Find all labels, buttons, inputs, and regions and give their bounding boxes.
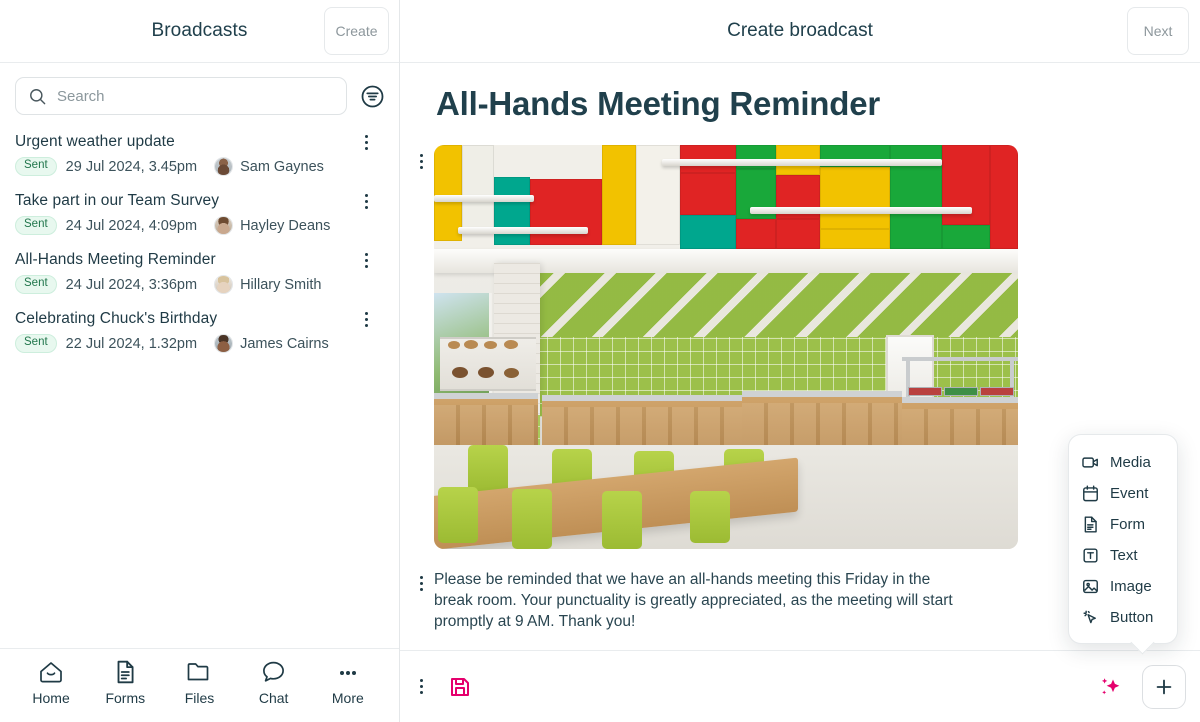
menu-item-label: Image bbox=[1110, 578, 1152, 595]
broadcast-meta: Sent 24 Jul 2024, 3:36pm Hillary Smith bbox=[15, 275, 385, 294]
nav-item-chat[interactable]: Chat bbox=[240, 659, 308, 706]
avatar bbox=[214, 216, 234, 235]
document-icon bbox=[1081, 515, 1100, 534]
menu-item-form[interactable]: Form bbox=[1069, 509, 1177, 540]
editor-panel: Create broadcast Next All-Hands Meeting … bbox=[400, 0, 1200, 722]
broadcast-sender: Sam Gaynes bbox=[214, 157, 324, 176]
list-item-menu-icon[interactable] bbox=[355, 308, 377, 330]
avatar bbox=[214, 275, 234, 294]
add-block-menu: Media Event Form Text Image Button bbox=[1068, 434, 1178, 644]
search-box[interactable] bbox=[15, 77, 347, 115]
bottom-navigation: Home Forms Files Chat More bbox=[0, 648, 399, 722]
broadcasts-header: Broadcasts Create bbox=[0, 0, 399, 63]
ellipsis-icon bbox=[334, 659, 362, 685]
folder-icon bbox=[185, 659, 213, 685]
list-item[interactable]: Celebrating Chuck's Birthday Sent 22 Jul… bbox=[0, 304, 399, 363]
broadcast-meta: Sent 29 Jul 2024, 3.45pm Sam Gaynes bbox=[15, 157, 385, 176]
status-badge: Sent bbox=[15, 216, 57, 235]
add-block-button[interactable] bbox=[1142, 664, 1186, 709]
list-item-menu-icon[interactable] bbox=[355, 190, 377, 212]
broadcast-title: Urgent weather update bbox=[15, 133, 175, 150]
ai-sparkle-icon[interactable] bbox=[1096, 673, 1124, 701]
broadcast-list: Urgent weather update Sent 29 Jul 2024, … bbox=[0, 125, 399, 648]
search-input[interactable] bbox=[57, 87, 334, 105]
page-title: Broadcasts bbox=[151, 20, 248, 41]
list-item[interactable]: Urgent weather update Sent 29 Jul 2024, … bbox=[0, 127, 399, 186]
broadcast-meta: Sent 24 Jul 2024, 4:09pm Hayley Deans bbox=[15, 216, 385, 235]
broadcast-image bbox=[434, 145, 1018, 549]
search-icon bbox=[28, 87, 47, 106]
broadcast-sender: Hayley Deans bbox=[214, 216, 330, 235]
broadcast-sender: Hillary Smith bbox=[214, 275, 321, 294]
video-camera-icon bbox=[1081, 453, 1100, 472]
status-badge: Sent bbox=[15, 334, 57, 353]
calendar-icon bbox=[1081, 484, 1100, 503]
toolbar-drag-handle[interactable] bbox=[408, 679, 434, 694]
editor-title: Create broadcast bbox=[727, 20, 873, 41]
document-icon bbox=[112, 659, 138, 685]
broadcast-date: 24 Jul 2024, 4:09pm bbox=[65, 217, 198, 234]
list-item-menu-icon[interactable] bbox=[355, 249, 377, 271]
broadcast-date: 29 Jul 2024, 3.45pm bbox=[65, 158, 198, 175]
menu-item-label: Media bbox=[1110, 454, 1151, 471]
broadcast-title: Celebrating Chuck's Birthday bbox=[15, 310, 218, 327]
broadcast-title: All-Hands Meeting Reminder bbox=[15, 251, 216, 268]
sender-name: Sam Gaynes bbox=[240, 158, 324, 175]
sender-name: Hayley Deans bbox=[240, 217, 331, 234]
menu-item-label: Button bbox=[1110, 609, 1154, 626]
block-drag-handle-image[interactable] bbox=[408, 145, 434, 169]
save-disk-icon[interactable] bbox=[448, 675, 472, 699]
nav-label: Chat bbox=[258, 690, 289, 706]
list-item[interactable]: Take part in our Team Survey Sent 24 Jul… bbox=[0, 186, 399, 245]
list-item-menu-icon[interactable] bbox=[355, 131, 377, 153]
broadcast-heading: All-Hands Meeting Reminder bbox=[436, 85, 881, 122]
image-icon bbox=[1081, 577, 1100, 596]
nav-item-forms[interactable]: Forms bbox=[91, 659, 159, 706]
nav-item-more[interactable]: More bbox=[314, 659, 382, 706]
next-button[interactable]: Next bbox=[1127, 7, 1189, 55]
nav-label: Files bbox=[184, 690, 215, 706]
nav-label: Home bbox=[32, 690, 70, 706]
broadcast-title: Take part in our Team Survey bbox=[15, 192, 220, 209]
search-row bbox=[0, 63, 399, 125]
editor-toolbar bbox=[400, 650, 1200, 722]
menu-item-image[interactable]: Image bbox=[1069, 571, 1177, 602]
broadcast-date: 22 Jul 2024, 1.32pm bbox=[65, 335, 198, 352]
home-icon bbox=[37, 659, 65, 685]
avatar bbox=[214, 334, 234, 353]
menu-item-media[interactable]: Media bbox=[1069, 447, 1177, 478]
text-box-icon bbox=[1081, 546, 1100, 565]
broadcast-sender: James Cairns bbox=[214, 334, 329, 353]
app-root: Broadcasts Create Search Urgent weather … bbox=[0, 0, 1200, 722]
cursor-sparkle-icon bbox=[1081, 608, 1100, 627]
chat-bubble-icon bbox=[260, 659, 287, 685]
broadcasts-panel: Broadcasts Create Search Urgent weather … bbox=[0, 0, 400, 722]
broadcast-meta: Sent 22 Jul 2024, 1.32pm James Cairns bbox=[15, 334, 385, 353]
nav-item-files[interactable]: Files bbox=[165, 659, 233, 706]
nav-label: Forms bbox=[105, 690, 146, 706]
nav-item-home[interactable]: Home bbox=[17, 659, 85, 706]
status-badge: Sent bbox=[15, 157, 57, 176]
menu-item-label: Form bbox=[1110, 516, 1145, 533]
status-badge: Sent bbox=[15, 275, 57, 294]
block-drag-handle-text[interactable] bbox=[408, 567, 434, 591]
list-item[interactable]: All-Hands Meeting Reminder Sent 24 Jul 2… bbox=[0, 245, 399, 304]
plus-icon bbox=[1153, 676, 1175, 698]
menu-item-event[interactable]: Event bbox=[1069, 478, 1177, 509]
sender-name: Hillary Smith bbox=[240, 276, 322, 293]
broadcast-body-text: Please be reminded that we have an all-h… bbox=[434, 571, 953, 630]
filter-icon[interactable] bbox=[359, 83, 385, 109]
menu-item-button[interactable]: Button bbox=[1069, 602, 1177, 633]
broadcast-date: 24 Jul 2024, 3:36pm bbox=[65, 276, 198, 293]
menu-item-label: Event bbox=[1110, 485, 1149, 502]
avatar bbox=[214, 157, 234, 176]
sender-name: James Cairns bbox=[240, 335, 329, 352]
create-button[interactable]: Create bbox=[324, 7, 389, 55]
menu-item-label: Text bbox=[1110, 547, 1138, 564]
nav-label: More bbox=[331, 690, 364, 706]
editor-header: Create broadcast Next bbox=[400, 0, 1200, 63]
menu-item-text[interactable]: Text bbox=[1069, 540, 1177, 571]
